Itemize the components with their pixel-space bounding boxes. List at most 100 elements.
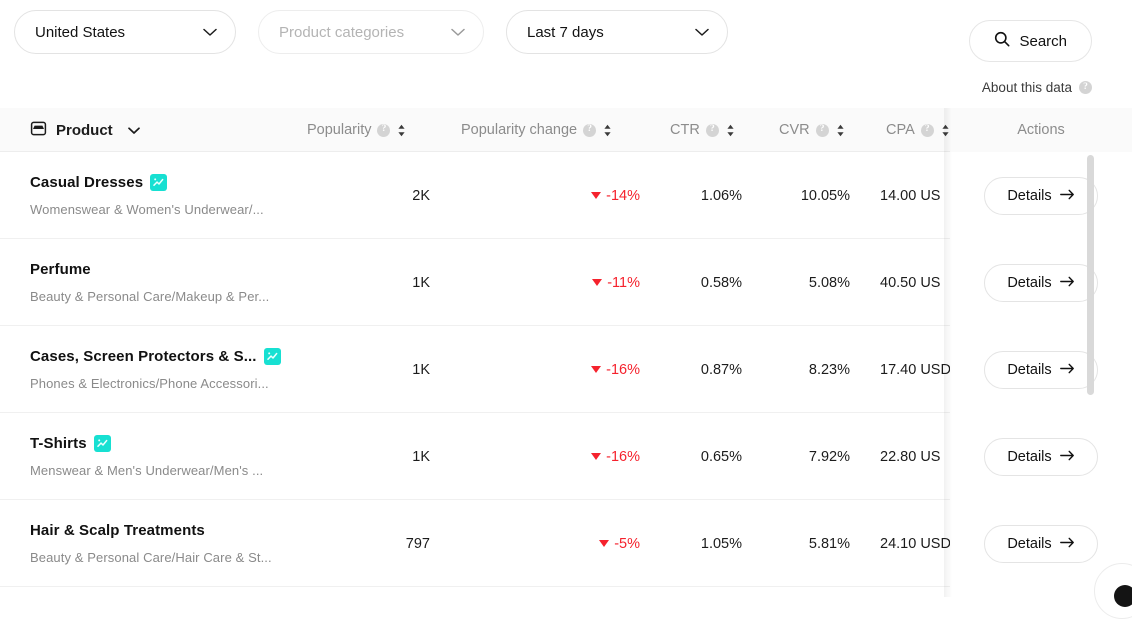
country-filter-label: United States	[35, 24, 125, 41]
popularity-value: 2K	[380, 152, 430, 239]
arrow-down-icon	[591, 192, 601, 199]
details-button[interactable]: Details	[984, 351, 1097, 389]
details-button-label: Details	[1007, 188, 1051, 204]
column-header-cpa[interactable]: CPA ?	[886, 108, 950, 152]
product-category: Womenswear & Women's Underwear/...	[30, 202, 264, 217]
ctr-value: 1.05%	[670, 500, 742, 587]
product-name: Hair & Scalp Treatments	[30, 522, 205, 539]
column-header-cpa-label: CPA	[886, 122, 915, 138]
chevron-down-icon	[451, 28, 465, 37]
chevron-down-icon[interactable]	[128, 122, 140, 139]
table-row[interactable]: Hair & Scalp Treatments Beauty & Personal…	[0, 500, 1132, 587]
product-category: Beauty & Personal Care/Hair Care & St...	[30, 550, 272, 565]
ctr-value: 0.58%	[670, 239, 742, 326]
details-button[interactable]: Details	[984, 438, 1097, 476]
table-row[interactable]: PerfumeBeauty & Personal Care/Makeup & P…	[0, 239, 1132, 326]
search-icon	[994, 31, 1010, 51]
popularity-change-cell: -11%	[560, 239, 640, 326]
actions-cell: Details	[950, 239, 1132, 326]
products-table: Product Popularity ? Popularity change ?…	[0, 108, 1132, 597]
trending-badge-icon	[264, 348, 281, 365]
popularity-value: 1K	[380, 413, 430, 500]
date-filter[interactable]: Last 7 days	[506, 10, 728, 54]
product-name-wrap: T-Shirts	[30, 435, 111, 452]
category-filter[interactable]: Product categories	[258, 10, 484, 54]
cvr-value: 8.23%	[772, 326, 850, 413]
column-header-popularity-change-label: Popularity change	[461, 122, 577, 138]
actions-cell: Details	[950, 326, 1132, 413]
details-button[interactable]: Details	[984, 525, 1097, 563]
sort-icon[interactable]	[836, 124, 845, 137]
popularity-change-cell: -5%	[560, 500, 640, 587]
ctr-value: 0.87%	[670, 326, 742, 413]
ctr-value: 0.65%	[670, 413, 742, 500]
help-circle-icon[interactable]: ?	[583, 124, 596, 137]
filter-bar: United States Product categories Last 7 …	[0, 0, 1132, 64]
popularity-value: 1K	[380, 326, 430, 413]
arrow-right-icon	[1060, 275, 1075, 291]
table-row[interactable]: T-Shirts Menswear & Men's Underwear/Men's…	[0, 413, 1132, 500]
popularity-value: 797	[380, 500, 430, 587]
table-row[interactable]: Cases, Screen Protectors & S... Phones & …	[0, 326, 1132, 413]
product-cell[interactable]: Cases, Screen Protectors & S... Phones & …	[30, 326, 281, 413]
details-button[interactable]: Details	[984, 264, 1097, 302]
column-header-cvr[interactable]: CVR ?	[779, 108, 845, 152]
popularity-change-value: -16%	[606, 362, 640, 378]
product-category: Phones & Electronics/Phone Accessori...	[30, 376, 269, 391]
product-name-wrap: Cases, Screen Protectors & S...	[30, 348, 281, 365]
product-cell[interactable]: Casual DressesWomenswear & Women's Under…	[30, 152, 264, 239]
popularity-change-cell: -16%	[560, 413, 640, 500]
table-row[interactable]: Casual DressesWomenswear & Women's Under…	[0, 152, 1132, 239]
help-circle-icon[interactable]: ?	[1079, 81, 1092, 94]
product-name: Perfume	[30, 261, 91, 278]
chevron-down-icon	[695, 28, 709, 37]
column-header-popularity[interactable]: Popularity ?	[307, 108, 406, 152]
country-filter[interactable]: United States	[14, 10, 236, 54]
product-cell[interactable]: T-Shirts Menswear & Men's Underwear/Men's…	[30, 413, 263, 500]
sort-icon[interactable]	[941, 124, 950, 137]
trending-badge-icon	[94, 435, 111, 452]
help-circle-icon[interactable]: ?	[706, 124, 719, 137]
sort-icon[interactable]	[603, 124, 612, 137]
cvr-value: 5.08%	[772, 239, 850, 326]
inbox-icon	[30, 120, 47, 141]
column-header-product-label: Product	[56, 122, 113, 139]
arrow-down-icon	[591, 453, 601, 460]
arrow-down-icon	[591, 366, 601, 373]
search-button[interactable]: Search	[969, 20, 1092, 62]
help-circle-icon[interactable]: ?	[816, 124, 829, 137]
column-header-ctr-label: CTR	[670, 122, 700, 138]
popularity-value: 1K	[380, 239, 430, 326]
arrow-right-icon	[1060, 188, 1075, 204]
product-cell[interactable]: PerfumeBeauty & Personal Care/Makeup & P…	[30, 239, 269, 326]
product-cell[interactable]: Hair & Scalp Treatments Beauty & Personal…	[30, 500, 272, 587]
popularity-change-value: -5%	[614, 536, 640, 552]
column-header-ctr[interactable]: CTR ?	[670, 108, 735, 152]
help-circle-icon[interactable]: ?	[377, 124, 390, 137]
vertical-scrollbar[interactable]	[1087, 155, 1094, 585]
column-header-popularity-change[interactable]: Popularity change ?	[461, 108, 612, 152]
product-name: Cases, Screen Protectors & S...	[30, 348, 257, 365]
product-name-wrap: Hair & Scalp Treatments	[30, 522, 205, 539]
sort-icon[interactable]	[726, 124, 735, 137]
popularity-change-cell: -16%	[560, 326, 640, 413]
about-this-data-label: About this data	[982, 80, 1072, 95]
floating-badge-dot[interactable]	[1114, 585, 1132, 607]
scrollbar-thumb[interactable]	[1087, 155, 1094, 395]
actions-cell: Details	[950, 152, 1132, 239]
about-this-data[interactable]: About this data ?	[969, 80, 1092, 95]
cvr-value: 10.05%	[772, 152, 850, 239]
column-header-popularity-label: Popularity	[307, 122, 371, 138]
column-header-product[interactable]: Product	[30, 108, 140, 152]
help-circle-icon[interactable]: ?	[921, 124, 934, 137]
details-button-label: Details	[1007, 536, 1051, 552]
product-name: T-Shirts	[30, 435, 87, 452]
arrow-down-icon	[599, 540, 609, 547]
column-header-cvr-label: CVR	[779, 122, 810, 138]
arrow-right-icon	[1060, 449, 1075, 465]
details-button[interactable]: Details	[984, 177, 1097, 215]
column-header-actions: Actions	[950, 108, 1132, 152]
sort-icon[interactable]	[397, 124, 406, 137]
popularity-change-value: -11%	[607, 275, 640, 291]
product-category: Menswear & Men's Underwear/Men's ...	[30, 463, 263, 478]
